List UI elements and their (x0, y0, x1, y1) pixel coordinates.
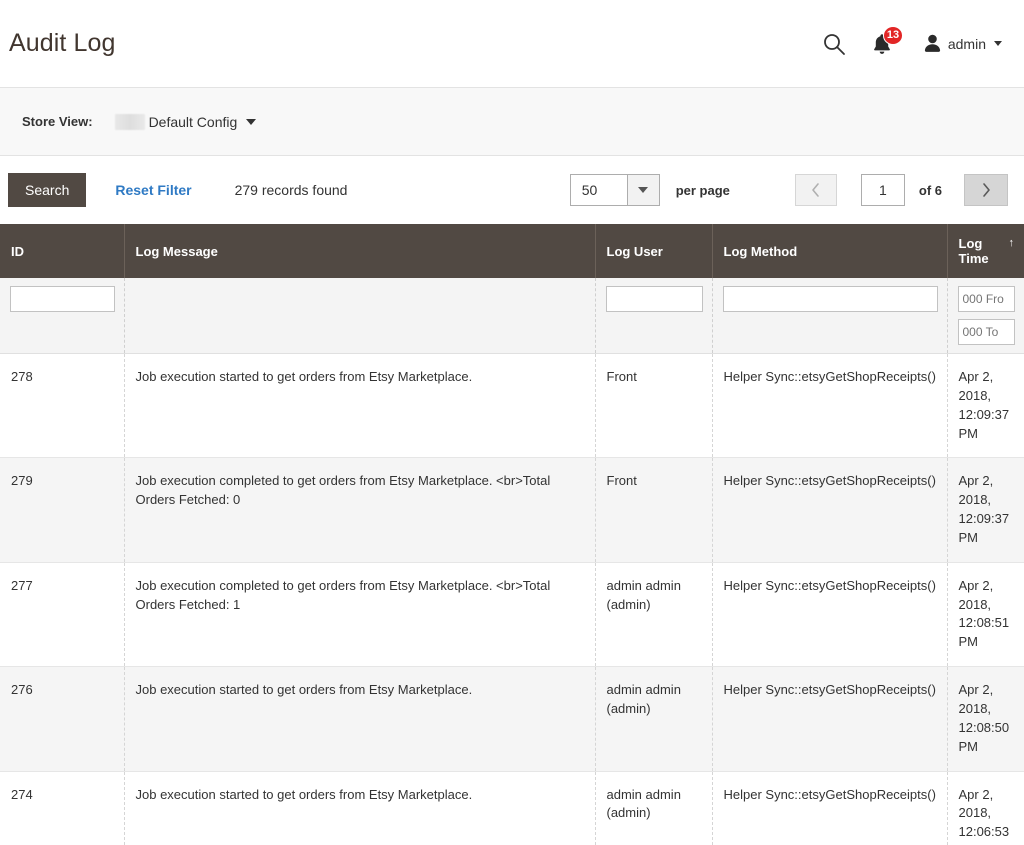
table-row[interactable]: 278 Job execution started to get orders … (0, 353, 1024, 459)
column-label: Log Method (723, 243, 798, 259)
table-row[interactable]: 277 Job execution completed to get order… (0, 562, 1024, 668)
filter-cell-log-method (712, 278, 948, 354)
redacted-store-logo (114, 113, 145, 130)
filter-cell-id (0, 278, 125, 354)
account-name: admin (947, 35, 986, 52)
table-row[interactable]: 276 Job execution started to get orders … (0, 666, 1024, 772)
cell-id: 277 (0, 562, 125, 668)
header-tools: 13 admin (822, 25, 1006, 57)
filter-cell-log-message (124, 278, 596, 354)
cell-log-time: Apr 2, 2018, 12:06:53 PM (947, 771, 1024, 845)
notifications-button[interactable]: 13 (872, 25, 904, 57)
cell-log-user: Front (595, 353, 713, 459)
total-pages-label: of 6 (918, 182, 942, 198)
store-view-switcher[interactable]: Default Config (114, 113, 257, 130)
column-header-log-user[interactable]: Log User (595, 224, 713, 278)
cell-log-time: Apr 2, 2018, 12:08:50 PM (947, 666, 1024, 772)
filter-id-input[interactable] (10, 286, 115, 312)
column-header-log-method[interactable]: Log Method (712, 224, 948, 278)
account-menu[interactable]: admin (924, 34, 1002, 53)
column-header-log-time[interactable]: Log Time ↑ (947, 224, 1024, 278)
grid-toolbar-right: 50 per page of 6 (569, 174, 1016, 206)
cell-log-message: Job execution started to get orders from… (124, 771, 596, 845)
table-header-row: ID Log Message Log User Log Method Log T… (0, 224, 1024, 278)
column-label: ID (11, 243, 24, 259)
cell-log-message: Job execution completed to get orders fr… (124, 457, 596, 563)
column-header-id[interactable]: ID (0, 224, 125, 278)
audit-log-table: ID Log Message Log User Log Method Log T… (0, 224, 1024, 845)
cell-log-time: Apr 2, 2018, 12:09:37 PM (947, 457, 1024, 563)
user-icon (924, 34, 940, 52)
cell-log-method: Helper Sync::etsyGetShopReceipts() (712, 771, 948, 845)
chevron-left-icon (812, 183, 820, 197)
notification-count-badge: 13 (882, 25, 904, 45)
cell-log-time: Apr 2, 2018, 12:09:37 PM (947, 353, 1024, 459)
cell-id: 274 (0, 771, 125, 845)
cell-log-method: Helper Sync::etsyGetShopReceipts() (712, 457, 948, 563)
per-page-label: per page (675, 182, 730, 198)
chevron-down-icon (994, 41, 1002, 46)
per-page-value: 50 (570, 175, 627, 205)
cell-log-message: Job execution started to get orders from… (124, 353, 596, 459)
chevron-down-icon (626, 175, 659, 205)
cell-log-user: admin admin (admin) (595, 562, 713, 668)
table-row[interactable]: 279 Job execution completed to get order… (0, 457, 1024, 563)
per-page-select[interactable]: 50 (569, 174, 660, 206)
filter-date-to-input[interactable] (957, 319, 1015, 345)
sort-ascending-icon: ↑ (1008, 237, 1015, 249)
table-row[interactable]: 274 Job execution started to get orders … (0, 771, 1024, 845)
cell-log-message: Job execution completed to get orders fr… (124, 562, 596, 668)
filter-date-from-input[interactable] (957, 286, 1015, 312)
store-view-value: Default Config (148, 113, 238, 130)
records-found-text: 279 records found (234, 181, 348, 198)
pagination: of 6 (794, 174, 1008, 206)
previous-page-button[interactable] (794, 174, 837, 206)
next-page-button[interactable] (964, 174, 1008, 206)
cell-log-method: Helper Sync::etsyGetShopReceipts() (712, 666, 948, 772)
grid-toolbar-left: Search Reset Filter 279 records found (8, 172, 348, 208)
search-button[interactable] (822, 32, 846, 56)
grid-toolbar: Search Reset Filter 279 records found 50… (0, 156, 1024, 224)
store-view-label: Store View: (22, 114, 93, 129)
cell-log-message: Job execution started to get orders from… (124, 666, 596, 772)
table-head: ID Log Message Log User Log Method Log T… (0, 224, 1024, 278)
reset-filter-link[interactable]: Reset Filter (115, 182, 191, 198)
cell-log-method: Helper Sync::etsyGetShopReceipts() (712, 562, 948, 668)
filter-cell-log-time (947, 278, 1024, 354)
cell-log-user: admin admin (admin) (595, 666, 713, 772)
store-view-bar: Store View: Default Config (0, 88, 1024, 156)
cell-id: 278 (0, 353, 125, 459)
page-title: Audit Log (9, 29, 116, 57)
page-number-input[interactable] (860, 174, 905, 206)
chevron-down-icon (246, 118, 257, 125)
cell-id: 279 (0, 457, 125, 563)
cell-log-user: Front (595, 457, 713, 563)
cell-log-user: admin admin (admin) (595, 771, 713, 845)
filter-log-user-input[interactable] (605, 286, 703, 312)
cell-log-method: Helper Sync::etsyGetShopReceipts() (712, 353, 948, 459)
column-label: Log Message (135, 243, 218, 259)
search-icon (823, 33, 845, 55)
filter-log-method-input[interactable] (722, 286, 938, 312)
chevron-right-icon (982, 183, 990, 197)
page-header: Audit Log 13 admin (0, 0, 1024, 88)
cell-log-time: Apr 2, 2018, 12:08:51 PM (947, 562, 1024, 668)
filter-cell-log-user (595, 278, 713, 354)
bell-wrap: 13 (872, 25, 904, 57)
column-header-log-message[interactable]: Log Message (124, 224, 596, 278)
column-label: Log User (606, 243, 663, 259)
column-label: Log Time (958, 236, 989, 266)
cell-id: 276 (0, 666, 125, 772)
search-button[interactable]: Search (8, 172, 87, 208)
table-body: 278 Job execution started to get orders … (0, 278, 1024, 845)
filter-row (0, 278, 1024, 354)
